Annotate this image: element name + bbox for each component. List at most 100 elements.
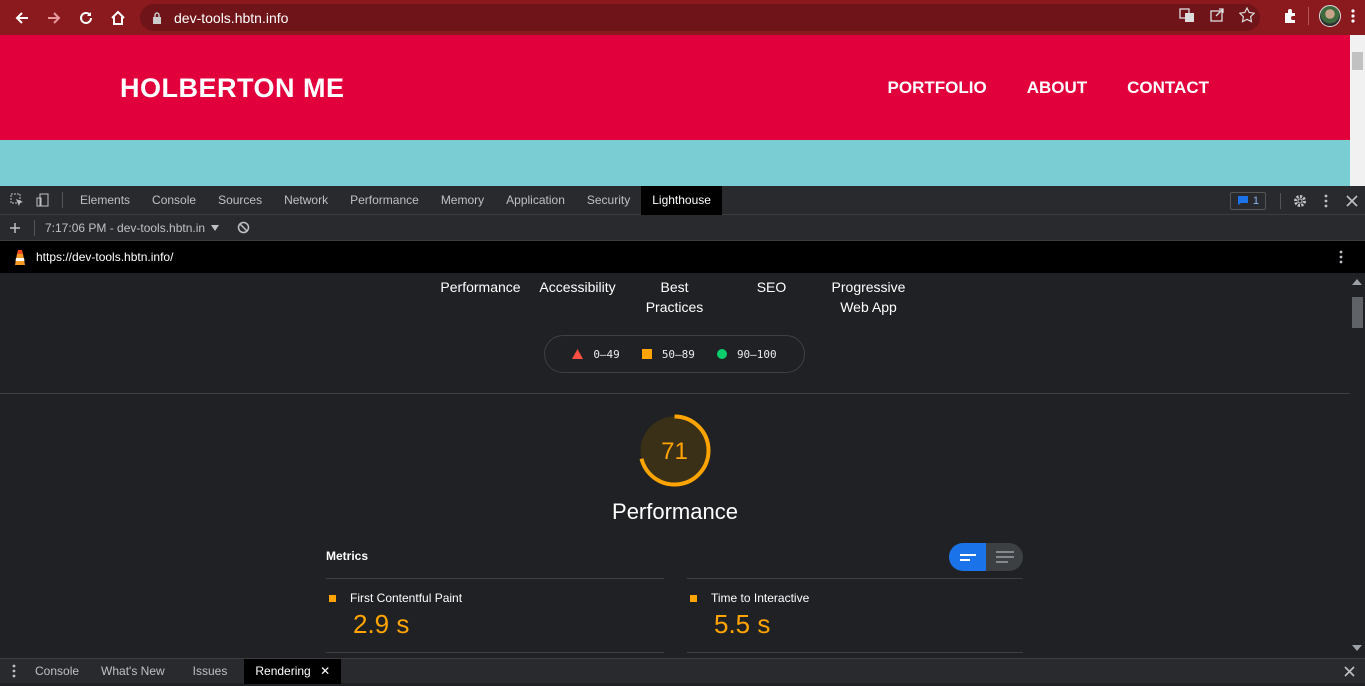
lighthouse-logo-icon [15, 250, 25, 265]
category-performance[interactable]: Performance [432, 277, 529, 317]
scroll-up-arrow-icon[interactable] [1352, 279, 1362, 285]
category-pwa[interactable]: Progressive Web App [820, 277, 917, 317]
drawer-tab-rendering[interactable]: Rendering ✕ [244, 658, 342, 684]
address-bar[interactable]: dev-tools.hbtn.info [140, 4, 1260, 31]
tab-sources[interactable]: Sources [207, 186, 273, 215]
legend-pass: 90–100 [716, 348, 777, 361]
metric-divider [687, 652, 1023, 653]
tab-console[interactable]: Console [141, 186, 207, 215]
back-button[interactable] [6, 0, 38, 35]
drawer-tab-console[interactable]: Console [24, 659, 90, 684]
score-value: 71 [661, 438, 688, 465]
tab-application[interactable]: Application [495, 186, 576, 215]
translate-icon[interactable] [1179, 7, 1195, 23]
omnibox-actions [1179, 7, 1255, 23]
metrics-view-toggle[interactable] [949, 543, 1023, 571]
extensions-area [1282, 5, 1355, 27]
category-accessibility[interactable]: Accessibility [529, 277, 626, 317]
tab-security[interactable]: Security [576, 186, 641, 215]
report-url[interactable]: https://dev-tools.hbtn.info/ [36, 250, 173, 264]
report-menu-icon[interactable] [1339, 250, 1343, 264]
category-seo[interactable]: SEO [723, 277, 820, 317]
metric-tti: Time to Interactive 5.5 s [690, 591, 809, 640]
home-icon [111, 10, 125, 25]
forward-button[interactable] [38, 0, 70, 35]
reload-button[interactable] [70, 0, 102, 35]
nav-link-contact[interactable]: CONTACT [1127, 78, 1209, 98]
site-logo[interactable]: HOLBERTON ME [120, 73, 345, 104]
drawer-tab-issues[interactable]: Issues [182, 659, 239, 684]
report-scrollbar-thumb[interactable] [1352, 297, 1363, 328]
browser-toolbar: dev-tools.hbtn.info [0, 0, 1365, 35]
metric-value: 5.5 s [714, 609, 771, 639]
site-nav: PORTFOLIO ABOUT CONTACT [888, 78, 1209, 98]
average-square-icon [641, 349, 652, 359]
average-square-icon [690, 594, 697, 602]
devtools-right-controls: 1 [1229, 186, 1365, 215]
address-url: dev-tools.hbtn.info [174, 9, 289, 26]
drawer-menu-icon[interactable] [4, 657, 24, 686]
lock-icon [153, 11, 161, 24]
category-best-practices[interactable]: Best Practices [626, 277, 723, 317]
report-url-bar: https://dev-tools.hbtn.info/ [0, 241, 1365, 273]
control-separator [1280, 192, 1281, 209]
lighthouse-report: Performance Accessibility Best Practices … [0, 273, 1350, 658]
tab-separator [62, 192, 63, 208]
new-report-plus-icon[interactable] [2, 213, 28, 242]
browser-menu-icon[interactable] [1351, 8, 1355, 24]
close-tab-icon[interactable]: ✕ [320, 664, 330, 678]
scroll-down-arrow-icon[interactable] [1352, 645, 1362, 651]
bookmark-star-icon[interactable] [1239, 7, 1255, 23]
extensions-puzzle-icon[interactable] [1282, 8, 1298, 24]
metric-value: 2.9 s [353, 609, 410, 639]
performance-score-gauge[interactable]: 71 [637, 413, 712, 488]
home-button[interactable] [102, 0, 134, 35]
page-scrollbar[interactable] [1350, 35, 1365, 186]
lighthouse-toolbar: 7:17:06 PM - dev-tools.hbtn.in [0, 215, 1365, 241]
toolbar-separator [1308, 7, 1309, 25]
nav-link-about[interactable]: ABOUT [1027, 78, 1087, 98]
metric-divider [326, 652, 664, 653]
compact-view-button[interactable] [949, 543, 986, 571]
expanded-view-button[interactable] [986, 543, 1023, 571]
average-square-icon [329, 594, 336, 602]
clear-reports-icon[interactable] [237, 221, 250, 234]
metric-divider [687, 578, 1023, 579]
metric-divider [326, 578, 664, 579]
issues-badge[interactable]: 1 [1229, 191, 1266, 210]
metric-fcp: First Contentful Paint 2.9 s [329, 591, 462, 640]
pass-circle-icon [716, 349, 727, 359]
devtools-menu-icon[interactable] [1313, 186, 1339, 215]
tab-elements[interactable]: Elements [69, 186, 141, 215]
score-title: Performance [612, 499, 738, 524]
lines-long-icon [995, 551, 1014, 563]
report-selector[interactable]: 7:17:06 PM - dev-tools.hbtn.in [45, 221, 205, 235]
score-legend: 0–49 50–89 90–100 [544, 335, 805, 373]
dropdown-caret-icon[interactable] [211, 224, 220, 231]
settings-gear-icon[interactable] [1287, 186, 1313, 215]
close-drawer-icon[interactable] [1344, 666, 1355, 677]
share-icon[interactable] [1209, 7, 1225, 23]
category-links: Performance Accessibility Best Practices … [432, 277, 917, 317]
tab-network[interactable]: Network [273, 186, 339, 215]
profile-avatar[interactable] [1319, 5, 1341, 27]
report-scrollbar[interactable] [1350, 273, 1365, 658]
legend-average: 50–89 [641, 348, 695, 361]
section-divider [0, 393, 1350, 394]
tab-memory[interactable]: Memory [430, 186, 495, 215]
drawer-tab-whats-new[interactable]: What's New [90, 659, 176, 684]
close-devtools-icon[interactable] [1339, 186, 1365, 215]
devtools-drawer: Console What's New Issues Rendering ✕ [0, 657, 1365, 686]
tab-lighthouse[interactable]: Lighthouse [641, 185, 722, 215]
lines-short-icon [959, 554, 976, 561]
nav-link-portfolio[interactable]: PORTFOLIO [888, 78, 987, 98]
legend-fail: 0–49 [572, 348, 620, 361]
fail-triangle-icon [572, 349, 584, 359]
inspect-element-icon[interactable] [4, 186, 30, 215]
message-icon [1237, 196, 1248, 205]
device-toolbar-icon[interactable] [30, 186, 56, 215]
forward-arrow-icon [48, 11, 61, 24]
page-scrollbar-thumb[interactable] [1352, 52, 1363, 70]
tab-performance[interactable]: Performance [339, 186, 430, 215]
metrics-heading: Metrics [326, 549, 369, 563]
